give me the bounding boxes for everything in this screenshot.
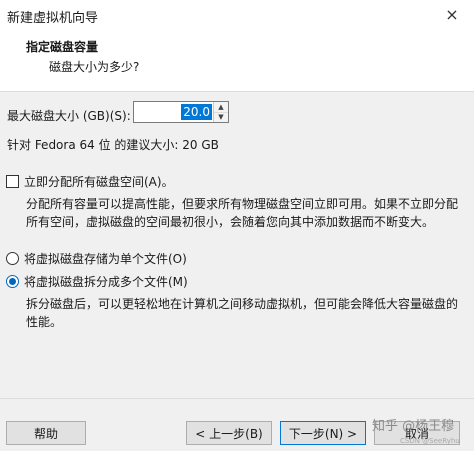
store-single-file-radio[interactable] [6, 252, 19, 265]
chevron-down-icon[interactable]: ▼ [214, 112, 228, 122]
page-subtitle: 磁盘大小为多少? [49, 60, 140, 74]
split-multiple-files-label[interactable]: 将虚拟磁盘拆分成多个文件(M) [24, 273, 188, 290]
recommended-size-text: 针对 Fedora 64 位 的建议大小: 20 GB [7, 138, 219, 152]
split-multiple-files-radio[interactable] [6, 275, 19, 288]
title-bar: 新建虚拟机向导 × [0, 0, 474, 30]
store-single-file-option[interactable]: 将虚拟磁盘存储为单个文件(O) [6, 250, 187, 267]
max-disk-size-stepper[interactable]: 20.0 ▲ ▼ [133, 101, 229, 123]
stepper-arrows: ▲ ▼ [213, 102, 228, 122]
store-single-file-label[interactable]: 将虚拟磁盘存储为单个文件(O) [24, 250, 187, 267]
allocate-all-checkbox-row[interactable]: 立即分配所有磁盘空间(A)。 [6, 173, 174, 190]
help-button[interactable]: 帮助 [6, 421, 86, 445]
back-button[interactable]: < 上一步(B) [186, 421, 272, 445]
content-panel: 最大磁盘大小 (GB)(S): 20.0 ▲ ▼ 针对 Fedora 64 位 … [0, 92, 474, 398]
split-multiple-files-description: 拆分磁盘后，可以更轻松地在计算机之间移动虚拟机，但可能会降低大容量磁盘的性能。 [26, 297, 459, 329]
split-multiple-files-option[interactable]: 将虚拟磁盘拆分成多个文件(M) [6, 273, 188, 290]
wizard-header: 指定磁盘容量 磁盘大小为多少? [0, 29, 474, 92]
watermark-sub: CSDN @SeeRyhu [400, 437, 460, 445]
allocate-all-label[interactable]: 立即分配所有磁盘空间(A)。 [24, 173, 174, 190]
allocate-all-checkbox[interactable] [6, 175, 19, 188]
window-title: 新建虚拟机向导 [7, 11, 99, 26]
watermark: 知乎 @杨王穆 [372, 419, 455, 434]
close-icon[interactable]: × [430, 0, 474, 29]
max-disk-size-input[interactable]: 20.0 [181, 104, 212, 120]
next-button[interactable]: 下一步(N) > [280, 421, 366, 445]
page-title: 指定磁盘容量 [26, 40, 99, 54]
allocate-all-description: 分配所有容量可以提高性能，但要求所有物理磁盘空间立即可用。如果不立即分配所有空间… [26, 197, 459, 229]
max-disk-size-label: 最大磁盘大小 (GB)(S): [7, 109, 131, 123]
